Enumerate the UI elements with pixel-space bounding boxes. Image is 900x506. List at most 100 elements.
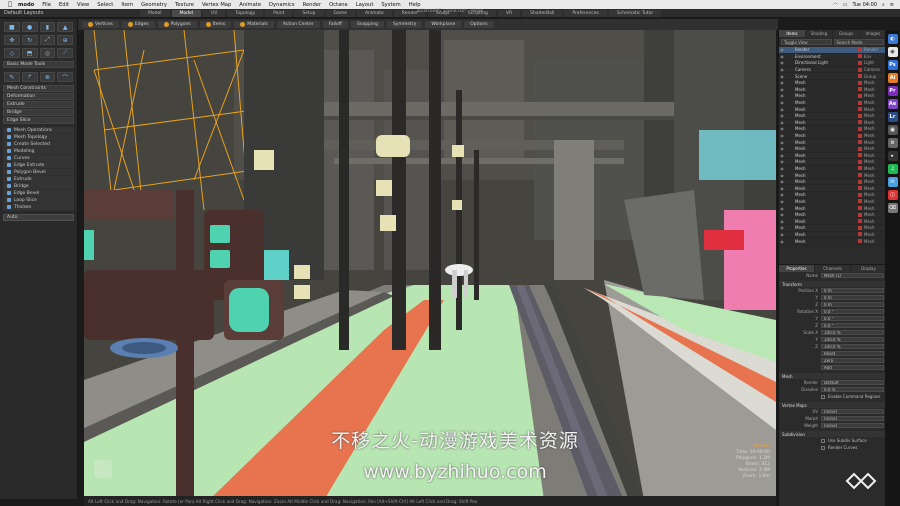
- tree-row[interactable]: ◉ Mesh Mesh: [779, 120, 886, 127]
- sphere-icon[interactable]: ●: [21, 22, 38, 32]
- tab-properties[interactable]: Properties: [779, 265, 814, 272]
- move-icon[interactable]: ✥: [4, 35, 20, 45]
- 3d-viewport[interactable]: Render Time: 00:00:00 Polygons: 1.2M Ite…: [84, 30, 776, 500]
- messages-icon[interactable]: ✉: [887, 177, 898, 187]
- after-effects-icon[interactable]: Ae: [887, 99, 898, 109]
- menu-texture[interactable]: Texture: [171, 2, 198, 8]
- render-curves-checkbox[interactable]: [821, 445, 825, 450]
- tree-row[interactable]: ◉ Mesh Mesh: [779, 113, 886, 120]
- tool-item-10[interactable]: Loop Slice: [3, 197, 74, 204]
- field-value[interactable]: 100.0 %: [821, 329, 884, 336]
- options-button[interactable]: Options: [464, 21, 494, 28]
- tree-row[interactable]: ◉ Render Render: [779, 47, 886, 54]
- action-center-button[interactable]: Action Center: [276, 21, 320, 28]
- tab-channels[interactable]: Channels: [815, 265, 850, 272]
- spotify-icon[interactable]: ♫: [887, 164, 898, 174]
- tab-images[interactable]: Images: [860, 30, 886, 37]
- loop-icon[interactable]: ◎: [39, 48, 56, 58]
- field-value[interactable]: 0.0 °: [821, 315, 884, 322]
- reset-button[interactable]: Reset: [821, 350, 884, 357]
- tree-row[interactable]: ◉ Mesh Mesh: [779, 166, 886, 173]
- cone-icon[interactable]: ▲: [57, 22, 73, 32]
- premiere-icon[interactable]: Pr: [887, 86, 898, 96]
- photoshop-icon[interactable]: Ps: [887, 60, 898, 70]
- tree-row[interactable]: ◉ Mesh Mesh: [779, 133, 886, 140]
- transform-icon[interactable]: ⊕: [57, 35, 73, 45]
- trash-icon[interactable]: ⌫: [887, 203, 898, 213]
- tool-item-11[interactable]: Thicken: [3, 204, 74, 211]
- extrude-icon[interactable]: ⬒: [21, 48, 38, 58]
- chrome-icon[interactable]: ◉: [887, 47, 898, 57]
- tree-row[interactable]: ◉ Directional Light Light: [779, 60, 886, 67]
- tool-item-5[interactable]: Edge Extrude: [3, 162, 74, 169]
- polygons-button[interactable]: Polygons: [157, 21, 197, 28]
- toggle-view-dropdown[interactable]: Toggle View: [781, 39, 832, 45]
- workplane-button[interactable]: Workplane: [425, 21, 462, 28]
- bridge-icon[interactable]: ⌒: [57, 72, 73, 82]
- tab-shading[interactable]: Shading: [806, 30, 832, 37]
- menu-animate[interactable]: Animate: [235, 2, 265, 8]
- preview-icon[interactable]: ▣: [887, 125, 898, 135]
- scale-icon[interactable]: ⤢: [39, 35, 56, 45]
- menu-render[interactable]: Render: [299, 2, 325, 8]
- tree-row[interactable]: ◉ Mesh Mesh: [779, 139, 886, 146]
- tree-row[interactable]: ◉ Mesh Mesh: [779, 218, 886, 226]
- tree-row[interactable]: ◉ Mesh Mesh: [779, 238, 886, 245]
- menu-item[interactable]: Item: [117, 2, 137, 8]
- tree-row[interactable]: ◉ Mesh Mesh: [779, 126, 886, 133]
- symmetry-button[interactable]: Symmetry: [387, 21, 423, 28]
- tree-row[interactable]: ◉ Mesh Mesh: [779, 106, 886, 113]
- tool-item-1[interactable]: Mesh Topology: [3, 134, 74, 141]
- calendar-icon[interactable]: ◫: [887, 190, 898, 200]
- tree-row[interactable]: ◉ Mesh Mesh: [779, 153, 886, 160]
- menu-layout[interactable]: Layout: [352, 2, 378, 8]
- field-value[interactable]: 0 m: [821, 287, 884, 294]
- field-value[interactable]: 0.0 °: [821, 322, 884, 329]
- menu-select[interactable]: Select: [93, 2, 117, 8]
- tool-item-4[interactable]: Curves: [3, 155, 74, 162]
- tree-row[interactable]: ◉ Mesh Mesh: [779, 146, 886, 153]
- weight-field[interactable]: (none): [821, 422, 884, 429]
- menu-app[interactable]: modo: [14, 2, 38, 8]
- tree-row[interactable]: ◉ Mesh Mesh: [779, 172, 886, 179]
- menu-octane[interactable]: Octane: [325, 2, 352, 8]
- finder-icon[interactable]: ◐: [887, 34, 898, 44]
- tree-row[interactable]: ◉ Environment Env: [779, 54, 886, 61]
- tree-row[interactable]: ◉ Mesh Mesh: [779, 199, 886, 206]
- tree-row[interactable]: ◉ Mesh Mesh: [779, 192, 886, 199]
- tab-display[interactable]: Display: [851, 265, 886, 272]
- tool-item-6[interactable]: Polygon Bevel: [3, 169, 74, 176]
- tool-item-3[interactable]: Modeling: [3, 148, 74, 155]
- tree-row[interactable]: ◉ Mesh Mesh: [779, 179, 886, 186]
- section-edge-slice[interactable]: Edge Slice: [3, 117, 74, 124]
- section-bridge[interactable]: Bridge: [3, 109, 74, 116]
- section-extrude[interactable]: Extrude: [3, 101, 74, 108]
- pen-icon[interactable]: ✎: [4, 72, 20, 82]
- tree-row[interactable]: ◉ Mesh Mesh: [779, 205, 886, 212]
- items-button[interactable]: Items: [199, 21, 232, 28]
- tool-item-2[interactable]: Create Selected: [3, 141, 74, 148]
- lightroom-icon[interactable]: Lr: [887, 112, 898, 122]
- menu-list-icon[interactable]: ≡: [890, 2, 894, 8]
- bevel-icon[interactable]: ◇: [4, 48, 20, 58]
- slice-icon[interactable]: ⟋: [57, 48, 73, 58]
- subdiv-checkbox[interactable]: [821, 438, 825, 443]
- menu-view[interactable]: View: [73, 2, 93, 8]
- command-regions-checkbox[interactable]: [821, 394, 825, 399]
- section-deformation[interactable]: Deformation: [3, 93, 74, 100]
- tree-row[interactable]: ◉ Scene Group: [779, 73, 886, 80]
- tree-row[interactable]: ◉ Camera Camera: [779, 67, 886, 74]
- field-value[interactable]: 100.0 %: [821, 343, 884, 350]
- tree-row[interactable]: ◉ Mesh Mesh: [779, 225, 886, 232]
- menu-system[interactable]: System: [377, 2, 404, 8]
- menu-vertex-map[interactable]: Vertex Map: [198, 2, 235, 8]
- tool-item-8[interactable]: Bridge: [3, 183, 74, 190]
- snapping-button[interactable]: Snapping: [350, 21, 384, 28]
- battery-icon[interactable]: ▭: [843, 2, 848, 8]
- tab-items[interactable]: Items: [779, 30, 805, 37]
- tab-groups[interactable]: Groups: [833, 30, 859, 37]
- tool-item-0[interactable]: Mesh Operations: [3, 127, 74, 134]
- mode-dropdown[interactable]: Auto: [3, 214, 74, 221]
- weld-icon[interactable]: ⊗: [39, 72, 56, 82]
- field-value[interactable]: 0.0 °: [821, 308, 884, 315]
